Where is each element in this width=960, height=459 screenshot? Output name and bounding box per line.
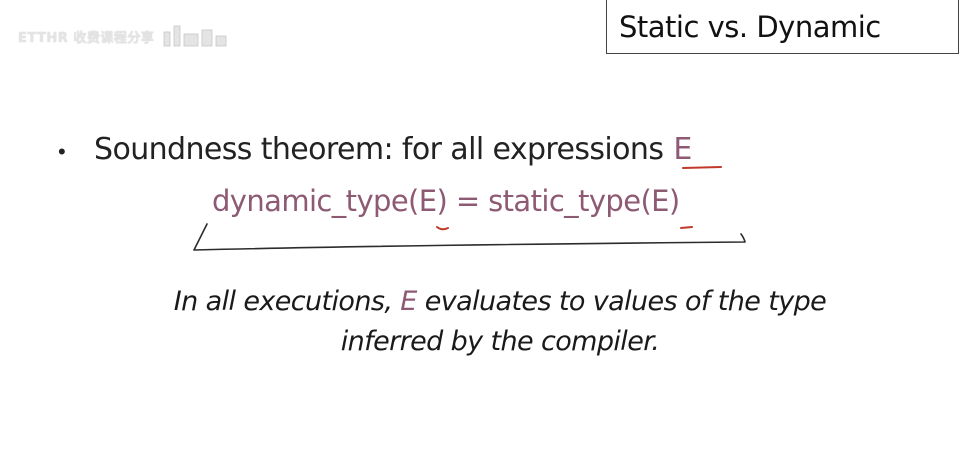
equation: dynamic_type(E) = static_type(E) [212, 184, 680, 218]
explanation-line-1-before: In all executions, [173, 286, 393, 317]
handwritten-annotations [193, 166, 746, 251]
underline-bullet-e-mark [682, 166, 722, 169]
explanation-variable: E [400, 286, 417, 317]
underline-equation-e1-mark [436, 226, 449, 231]
slide: ETTHR 收费课程分享 Static vs. Dynamic • Soundn… [0, 0, 960, 459]
watermark: ETTHR 收费课程分享 [18, 22, 230, 50]
explanation-line-2: inferred by the compiler. [340, 326, 660, 357]
bullet-text: Soundness theorem: for all expressions [94, 132, 664, 167]
bullet-item: • Soundness theorem: for all expressions… [58, 132, 692, 167]
bracket-mark [193, 223, 746, 251]
explanation: In all executions, E evaluates to values… [60, 282, 940, 362]
bullet-dot-icon: • [58, 139, 66, 164]
explanation-line-1: In all executions, E evaluates to values… [60, 282, 940, 322]
explanation-line-1-after: evaluates to values of the type [424, 286, 827, 317]
slide-title: Static vs. Dynamic [619, 9, 881, 44]
underline-equation-e2-mark [680, 226, 693, 229]
watermark-logo-icon [163, 25, 227, 47]
watermark-text: ETTHR 收费课程分享 [18, 30, 155, 46]
bullet-variable: E [673, 132, 693, 167]
title-box: Static vs. Dynamic [606, 0, 959, 54]
